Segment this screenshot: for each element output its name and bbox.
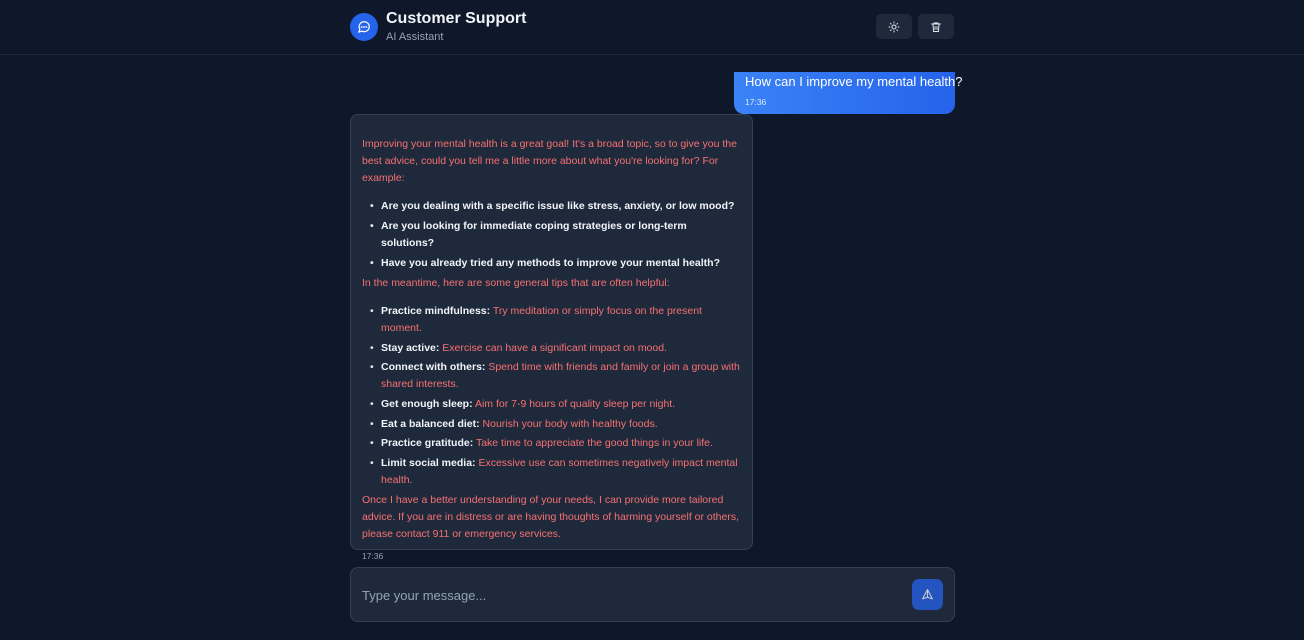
send-icon — [922, 589, 933, 600]
list-item: • Practice gratitude: Take time to apprec… — [370, 437, 713, 450]
list-item: • Limit social media: Excessive use can s… — [370, 457, 738, 487]
theme-toggle-button[interactable] — [876, 14, 912, 39]
question-text: Are you dealing with a specific issue li… — [381, 200, 735, 212]
list-item: • Are you dealing with a specific issue l… — [370, 200, 735, 212]
tips-intro: In the meantime, here are some general t… — [362, 277, 670, 289]
question-text: Have you already tried any methods to im… — [381, 257, 721, 269]
app-header: Customer Support AI Assistant — [0, 0, 1304, 55]
message-composer — [350, 567, 955, 622]
list-item: • Connect with others: Spend time with fr… — [370, 361, 740, 391]
user-message: How can I improve my mental health? 17:3… — [734, 72, 963, 114]
list-item: • Get enough sleep: Aim for 7-9 hours of … — [370, 398, 676, 411]
tip-text: Nourish your body with healthy foods. — [482, 417, 658, 430]
clear-chat-button[interactable] — [918, 14, 954, 39]
page-subtitle: AI Assistant — [386, 31, 444, 43]
list-item: • Eat a balanced diet: Nourish your body … — [370, 417, 658, 430]
tips-list: • Practice mindfulness: Try meditation or… — [362, 303, 741, 489]
assistant-intro: Improving your mental health is a great … — [362, 138, 737, 184]
tip-label: Practice gratitude: — [381, 437, 474, 450]
list-item: • Are you looking for immediate coping st… — [370, 220, 687, 249]
assistant-message: Improving your mental health is a great … — [350, 114, 753, 561]
tip-text: Aim for 7-9 hours of quality sleep per n… — [474, 398, 676, 411]
chat-bubble-icon — [350, 13, 378, 41]
question-list: • Are you dealing with a specific issue l… — [362, 198, 741, 272]
assistant-message-time: 17:36 — [362, 550, 384, 561]
list-item: • Have you already tried any methods to i… — [370, 257, 721, 269]
tip-label: Eat a balanced diet: — [381, 417, 480, 430]
assistant-closing: Once I have a better understanding of yo… — [362, 493, 740, 540]
sun-icon — [888, 21, 900, 32]
user-message-text: How can I improve my mental health? — [745, 74, 963, 89]
tip-label: Connect with others: — [381, 361, 486, 374]
question-text: Are you looking for immediate coping str… — [381, 220, 687, 249]
list-item: • Practice mindfulness: Try meditation or… — [370, 305, 702, 334]
tip-label: Get enough sleep: — [381, 398, 473, 411]
message-input[interactable] — [362, 585, 902, 605]
send-button[interactable] — [912, 579, 943, 610]
tip-label: Practice mindfulness: — [381, 305, 491, 317]
tip-text: Take time to appreciate the good things … — [475, 437, 713, 450]
tip-label: Stay active: — [381, 341, 440, 354]
tip-text: Exercise can have a significant impact o… — [442, 341, 667, 354]
page-title: Customer Support — [386, 10, 527, 27]
tip-label: Limit social media: — [381, 457, 476, 470]
header-content: Customer Support AI Assistant — [350, 0, 955, 55]
user-message-time: 17:36 — [745, 97, 767, 107]
list-item: • Stay active: Exercise can have a signif… — [370, 341, 667, 354]
trash-icon — [931, 22, 941, 32]
